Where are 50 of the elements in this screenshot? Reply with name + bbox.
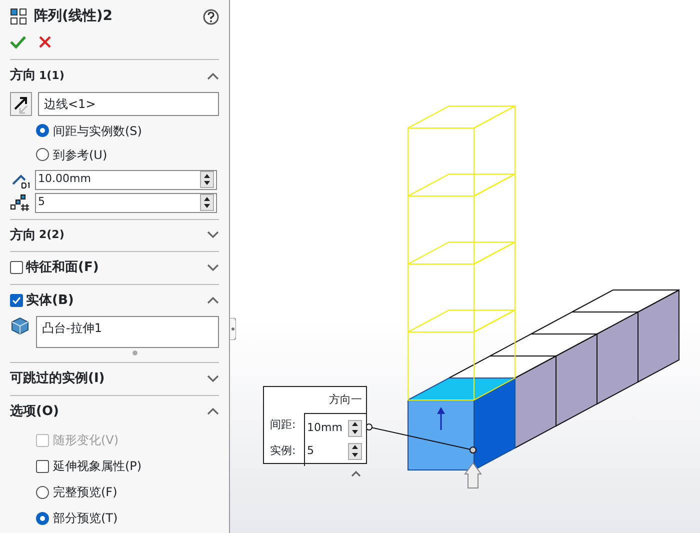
body-icon — [10, 316, 30, 336]
collapse-icon[interactable] — [207, 296, 219, 304]
radio-button[interactable] — [36, 148, 49, 161]
checkbox[interactable] — [10, 294, 23, 307]
resize-handle-icon[interactable] — [132, 350, 138, 356]
radio-button[interactable] — [36, 124, 49, 137]
option-label: 到参考(U) — [53, 146, 108, 164]
expand-icon[interactable] — [207, 231, 219, 240]
section-title[interactable]: 实体(B) — [26, 290, 74, 310]
section-title[interactable]: 可跳过的实例(I) — [10, 369, 105, 388]
collapse-icon[interactable] — [207, 72, 219, 80]
option-label: 间距与实例数(S) — [53, 122, 142, 140]
section-number: 1(1) — [39, 68, 64, 84]
checkbox[interactable] — [10, 261, 23, 274]
collapse-icon[interactable] — [351, 470, 361, 477]
section-title[interactable]: 选项(O) — [10, 402, 59, 421]
instances-field[interactable]: 5 — [35, 192, 217, 212]
section-title[interactable]: 方向 — [10, 226, 36, 245]
edge-field[interactable]: 边线<1> — [38, 92, 219, 116]
section-title[interactable]: 方向 — [10, 66, 36, 86]
callout-label: 间距: — [270, 417, 296, 434]
checkbox[interactable] — [36, 460, 49, 472]
help-icon[interactable] — [203, 8, 219, 24]
instances-icon — [10, 194, 32, 212]
spin-button[interactable] — [348, 420, 362, 436]
section-title[interactable]: 特征和面(F) — [26, 258, 99, 278]
collapse-icon[interactable] — [207, 407, 219, 416]
callout-title: 方向一 — [329, 393, 362, 406]
spin-button[interactable] — [348, 442, 362, 460]
callout-value[interactable]: 5 — [307, 442, 314, 460]
pattern-icon — [10, 8, 28, 26]
radio-button[interactable] — [36, 512, 49, 524]
option-label: 延伸视象属性(P) — [53, 458, 142, 475]
splitter-handle[interactable] — [230, 318, 236, 340]
option-label: 随形变化(V) — [53, 432, 119, 449]
option-label: 完整预览(F) — [53, 484, 118, 501]
spacing-field[interactable]: 10.00mm — [35, 170, 217, 190]
panel-title: 阵列(线性)2 — [34, 7, 114, 26]
callout-value[interactable]: 10mm — [307, 420, 342, 436]
cancel-icon[interactable] — [38, 35, 52, 49]
expand-icon[interactable] — [207, 264, 219, 272]
radio-button[interactable] — [36, 486, 49, 498]
option-label: 部分预览(T) — [53, 510, 118, 527]
spin-button[interactable] — [200, 194, 214, 211]
section-number: 2(2) — [39, 227, 64, 243]
ok-icon[interactable] — [10, 35, 26, 49]
spin-button[interactable] — [200, 171, 214, 188]
callout-label: 实例: — [270, 443, 296, 460]
body-list[interactable]: 凸台-拉伸1 — [36, 316, 219, 348]
expand-icon[interactable] — [207, 374, 219, 383]
